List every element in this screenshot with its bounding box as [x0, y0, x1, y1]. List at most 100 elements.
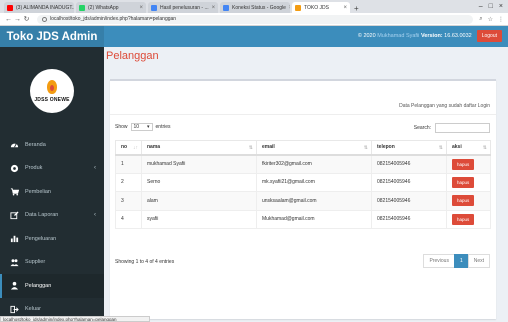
- entries-value: 10: [133, 124, 140, 130]
- new-tab-button[interactable]: +: [354, 4, 359, 13]
- close-window-icon[interactable]: ×: [499, 3, 503, 10]
- maximize-icon[interactable]: □: [489, 3, 493, 10]
- cell-telepon: 082154005946: [371, 191, 447, 211]
- dashboard-icon: [10, 140, 19, 149]
- tab-title: (3) ALIMANDA INADUGT...: [16, 4, 74, 11]
- tab-close-icon[interactable]: ×: [340, 5, 347, 11]
- sort-icon: ⇅: [438, 145, 443, 151]
- tab-title: Hasil penelusuran - ...: [160, 4, 209, 11]
- users-icon: [10, 258, 19, 267]
- table-row: 4 syafii Mukhamad@gmail.com 082154005946 hap…: [115, 209, 491, 229]
- cell-nama: mukhamad Syafii: [141, 154, 257, 174]
- minimize-icon[interactable]: –: [479, 3, 483, 10]
- sidebar-item-pengeluaran[interactable]: Pengeluaran: [0, 227, 104, 251]
- sidebar-item-pelanggan[interactable]: Pelanggan: [0, 274, 104, 298]
- sidebar: JDSS ONEWE Beranda Produk ‹ Pembelian Data L…: [0, 47, 104, 316]
- cell-email: Mukhamad@gmail.com: [256, 209, 372, 229]
- table-row: 3 alam unsksaalam@gmail.com 082154005946 hap…: [115, 191, 491, 211]
- sidebar-item-label: Beranda: [25, 141, 46, 148]
- browser-status-bar: localhost/toko_jds/admin/index.php?halam…: [0, 316, 150, 322]
- tab-favicon-icon: [151, 4, 157, 11]
- pager-next[interactable]: Next: [467, 254, 490, 268]
- cell-aksi: hapus: [446, 172, 491, 192]
- tab-favicon-icon: [7, 4, 13, 11]
- sidebar-item-supplier[interactable]: Supplier: [0, 251, 104, 275]
- tab-favicon-icon: [223, 4, 229, 11]
- sidebar-item-pembelian[interactable]: Pembelian: [0, 180, 104, 204]
- show-label: Show: [115, 124, 128, 130]
- column-header-email[interactable]: email ⇅: [256, 140, 372, 156]
- column-header-no[interactable]: no ↓↑: [115, 140, 142, 156]
- browser-tab[interactable]: TOKO JDS ×: [292, 2, 350, 13]
- pager-current[interactable]: 1: [453, 254, 469, 268]
- address-icons: ⌕ ☆ ⋮: [479, 16, 504, 23]
- tab-close-icon[interactable]: ×: [209, 5, 216, 11]
- sort-icon: ⇅: [248, 145, 253, 151]
- delete-button[interactable]: hapus: [452, 176, 475, 188]
- cell-no: 4: [115, 209, 142, 229]
- browser-addressbar: ← → ↻ localhost/toko_jds/admin/index.php…: [0, 13, 508, 26]
- sidebar-item-data-laporan[interactable]: Data Laporan ‹: [0, 204, 104, 228]
- sort-icon: ⇅: [363, 145, 368, 151]
- sidebar-menu: Beranda Produk ‹ Pembelian Data Laporan ‹ Peng…: [0, 133, 104, 321]
- entries-select[interactable]: 10 ▾: [130, 123, 153, 131]
- column-header-aksi[interactable]: aksi ⇅: [446, 140, 491, 156]
- sidebar-item-produk[interactable]: Produk ‹: [0, 157, 104, 181]
- tab-close-icon[interactable]: ×: [286, 5, 290, 11]
- window-controls: – □ ×: [479, 3, 508, 10]
- back-icon[interactable]: ←: [4, 16, 13, 23]
- browser-tab[interactable]: (2) WhatsApp ×: [76, 2, 146, 13]
- table-row: 2 Serno mk.syafii21@gmail.com 082154005946 h…: [115, 172, 491, 192]
- search-input[interactable]: [435, 123, 490, 133]
- zoom-icon[interactable]: ⌕: [479, 16, 482, 23]
- delete-button[interactable]: hapus: [452, 213, 475, 225]
- brand-text: JDSS ONEWE: [34, 96, 70, 103]
- main-content: Pelanggan Data Pelanggan yang sudah daft…: [104, 47, 508, 322]
- sort-icon: ⇅: [482, 145, 487, 151]
- flame-icon: [47, 79, 57, 94]
- app-title[interactable]: Toko JDS Admin: [0, 26, 104, 47]
- browser-tab[interactable]: Hasil penelusuran - ... ×: [148, 2, 218, 13]
- url-text: localhost/toko_jds/admin/index.php?halam…: [50, 16, 177, 22]
- sidebar-item-label: Produk: [25, 165, 43, 172]
- sidebar-item-beranda[interactable]: Beranda: [0, 133, 104, 157]
- browser-tab[interactable]: Koneksi Status - Google×: [220, 2, 290, 13]
- cell-no: 3: [115, 191, 142, 211]
- column-header-nama[interactable]: nama ⇅: [141, 140, 257, 156]
- entries-label: entries: [155, 124, 171, 130]
- column-header-label: email: [262, 144, 275, 151]
- forward-icon[interactable]: →: [13, 16, 22, 23]
- column-header-telepon[interactable]: telepon ⇅: [371, 140, 447, 156]
- edit-icon: [10, 211, 19, 220]
- reload-icon[interactable]: ↻: [22, 15, 31, 23]
- column-header-label: no: [121, 144, 128, 151]
- logout-button[interactable]: Logout: [476, 30, 502, 42]
- user-icon: [10, 281, 19, 290]
- pager-previous[interactable]: Previous: [423, 254, 455, 268]
- table-header-row: no ↓↑ nama ⇅ email ⇅ telepon ⇅ aksi ⇅: [115, 140, 491, 156]
- url-input[interactable]: localhost/toko_jds/admin/index.php?halam…: [37, 14, 474, 24]
- page-title: Pelanggan: [106, 50, 159, 62]
- brand-logo: JDSS ONEWE: [30, 69, 74, 113]
- cell-aksi: hapus: [446, 154, 491, 174]
- browser-tab[interactable]: (3) ALIMANDA INADUGT...×: [4, 2, 74, 13]
- column-header-label: aksi: [452, 144, 462, 151]
- tab-title: (2) WhatsApp: [88, 4, 119, 11]
- cell-email: fkiriter302@gmail.com: [256, 154, 372, 174]
- length-control: Show 10 ▾ entries: [115, 123, 171, 131]
- extensions-icon[interactable]: ⋮: [498, 16, 504, 23]
- cell-nama: Serno: [141, 172, 257, 192]
- sidebar-item-label: Supplier: [25, 259, 46, 266]
- site-info-icon[interactable]: [42, 16, 47, 22]
- tab-close-icon[interactable]: ×: [136, 5, 143, 11]
- sidebar-item-label: Keluar: [25, 306, 41, 313]
- app-header: Toko JDS Admin © 2020 Mukhamad Syafii Ve…: [0, 26, 508, 47]
- table-info: Showing 1 to 4 of 4 entries: [115, 259, 175, 265]
- cart-icon: [10, 187, 19, 196]
- delete-button[interactable]: hapus: [452, 158, 475, 170]
- customers-table: no ↓↑ nama ⇅ email ⇅ telepon ⇅ aksi ⇅ 1 mukhamad S…: [115, 140, 491, 229]
- cell-email: mk.syafii21@gmail.com: [256, 172, 372, 192]
- tab-title: TOKO JDS: [304, 4, 329, 11]
- star-icon[interactable]: ☆: [488, 16, 493, 23]
- delete-button[interactable]: hapus: [452, 195, 475, 207]
